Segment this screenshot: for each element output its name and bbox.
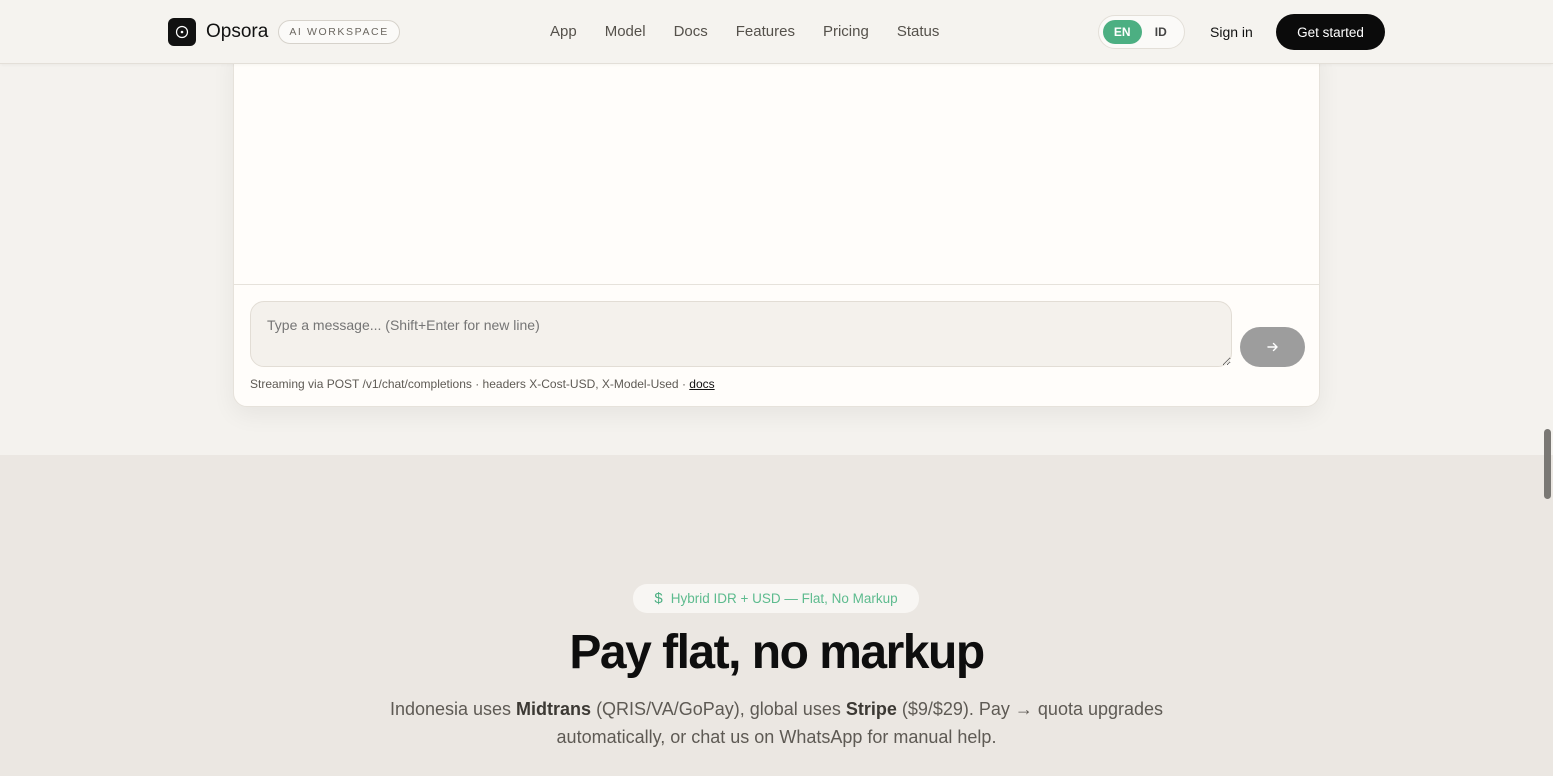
brand-name: Opsora <box>206 21 269 42</box>
pricing-badge-label: Hybrid IDR + USD — Flat, No Markup <box>670 591 898 606</box>
brand[interactable]: Opsora AI WORKSPACE <box>168 18 400 46</box>
nav-pricing[interactable]: Pricing <box>823 22 869 42</box>
subtitle-part: Indonesia uses <box>389 699 517 719</box>
arrow-right-icon <box>1266 342 1278 352</box>
get-started-button[interactable]: Get started <box>1276 14 1385 50</box>
docs-link[interactable]: docs <box>689 377 714 391</box>
pricing-section: $ Hybrid IDR + USD — Flat, No Markup Pay… <box>0 455 1553 776</box>
sign-in-link[interactable]: Sign in <box>1210 23 1253 41</box>
chat-divider <box>234 284 1319 285</box>
nav-status[interactable]: Status <box>897 22 940 42</box>
page: Opsora AI WORKSPACE App Model Docs Featu… <box>0 0 1553 776</box>
api-info-text: Streaming via POST /v1/chat/completions … <box>250 377 690 391</box>
nav-docs[interactable]: Docs <box>674 22 708 42</box>
send-button[interactable] <box>1240 327 1305 367</box>
chat-footer-note: Streaming via POST /v1/chat/completions … <box>250 377 715 391</box>
pricing-subtitle: Indonesia uses Midtrans (QRIS/VA/GoPay),… <box>376 695 1177 751</box>
subtitle-part: (QRIS/VA/GoPay), global uses <box>591 699 846 719</box>
stripe-label: Stripe <box>845 699 897 719</box>
pricing-badge: $ Hybrid IDR + USD — Flat, No Markup <box>633 584 919 613</box>
language-toggle: EN ID <box>1098 15 1185 49</box>
message-input[interactable] <box>250 301 1232 367</box>
dollar-icon: $ <box>654 590 663 607</box>
lang-id-button[interactable]: ID <box>1142 20 1181 44</box>
main-nav: App Model Docs Features Pricing Status <box>550 22 967 42</box>
nav-features[interactable]: Features <box>736 22 795 42</box>
top-navbar: Opsora AI WORKSPACE App Model Docs Featu… <box>0 0 1553 64</box>
page-scrollbar-thumb[interactable] <box>1544 429 1551 499</box>
nav-app[interactable]: App <box>550 22 577 42</box>
brand-tag: AI WORKSPACE <box>278 20 400 44</box>
nav-model[interactable]: Model <box>605 22 646 42</box>
midtrans-label: Midtrans <box>516 699 592 719</box>
chat-panel: Streaming via POST /v1/chat/completions … <box>233 40 1320 407</box>
logo-icon <box>168 18 196 46</box>
lang-en-button[interactable]: EN <box>1103 20 1142 44</box>
pricing-title: Pay flat, no markup <box>569 626 985 679</box>
